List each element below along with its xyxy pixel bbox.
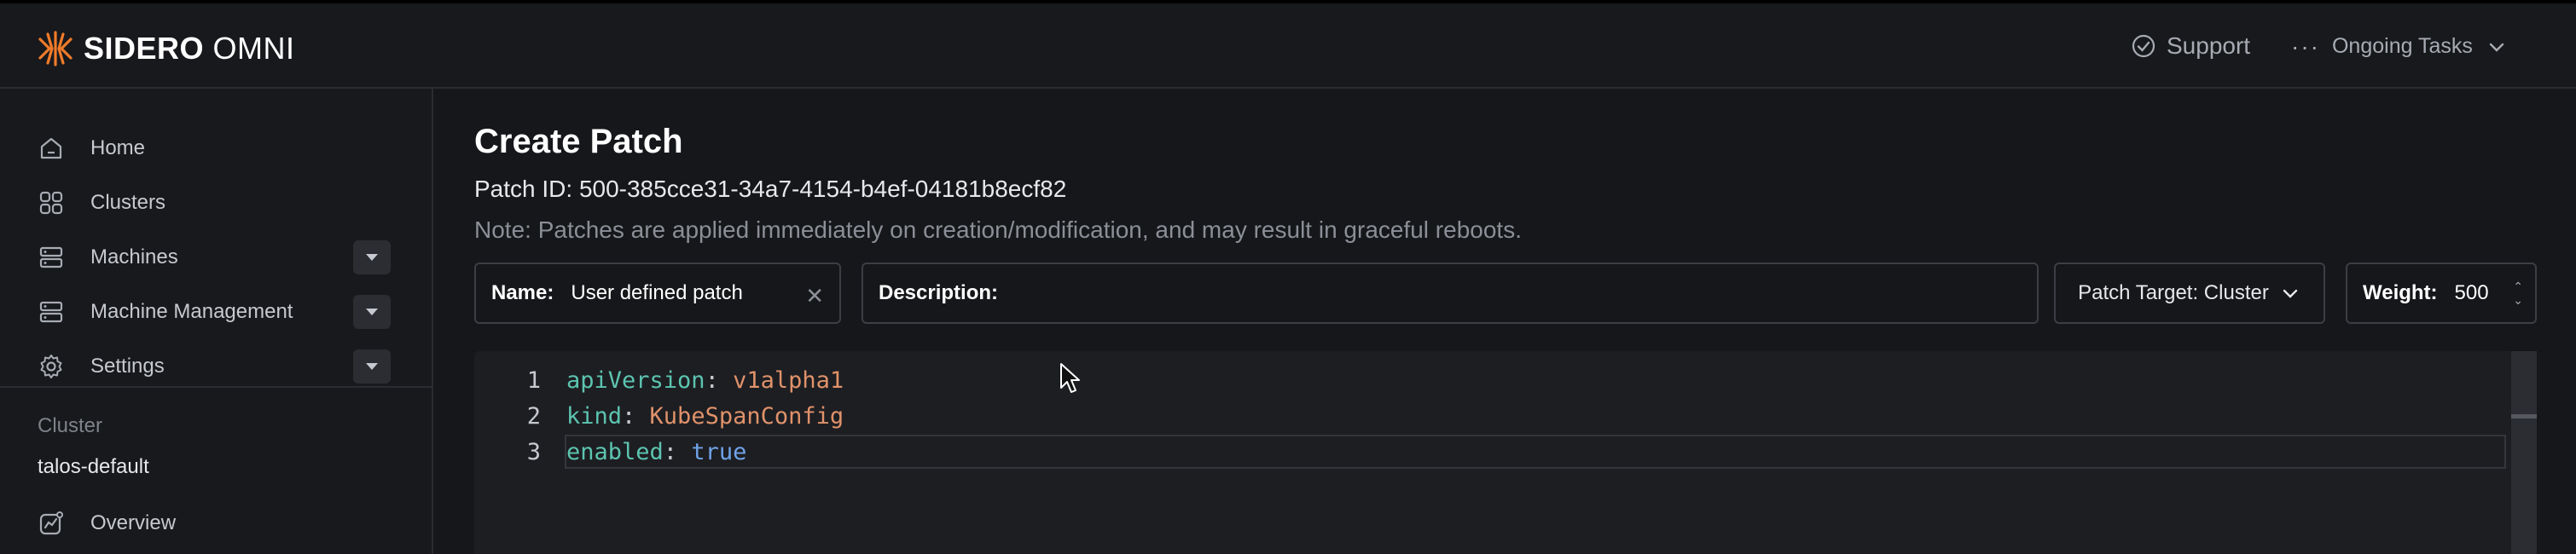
stepper-arrows-icon[interactable]: ⌃ ⌄ <box>2513 280 2523 307</box>
server-icon <box>39 246 63 268</box>
omni-logo-icon <box>38 31 73 66</box>
editor-active-line: enabled: true <box>565 435 2506 469</box>
page-title: Create Patch <box>474 123 683 160</box>
line-number: 3 <box>526 438 541 465</box>
sidebar-item-overview[interactable]: Overview <box>38 506 396 540</box>
sidebar-item-machines[interactable]: Machines <box>38 240 396 274</box>
description-label: Description: <box>879 281 999 304</box>
line-code: apiVersion: v1alpha1 <box>566 366 844 394</box>
app-logo[interactable]: SIDERO OMNI <box>36 29 295 68</box>
clusters-icon <box>39 191 63 215</box>
machines-expand-button[interactable] <box>353 240 391 274</box>
current-cluster-name[interactable]: talos-default <box>38 455 149 479</box>
editor-line: 1 apiVersion: v1alpha1 <box>474 363 2511 397</box>
name-input[interactable]: User defined patch <box>571 281 742 305</box>
line-code: enabled: true <box>566 438 747 465</box>
weight-field[interactable]: Weight: 500 ⌃ ⌄ <box>2346 263 2537 324</box>
machine-management-expand-button[interactable] <box>353 295 391 329</box>
patch-target-dropdown[interactable]: Patch Target: Cluster <box>2054 263 2325 324</box>
support-button[interactable]: Support <box>2131 32 2250 60</box>
description-field[interactable]: Description: <box>862 263 2039 324</box>
patch-note: Note: Patches are applied immediately on… <box>474 216 1522 243</box>
home-icon <box>40 137 62 159</box>
sidebar-item-clusters[interactable]: Clusters <box>38 186 396 220</box>
mouse-cursor-icon <box>1060 363 1080 393</box>
sidebar-divider <box>0 386 432 388</box>
line-code: kind: KubeSpanConfig <box>566 402 844 430</box>
yaml-editor[interactable]: 1 apiVersion: v1alpha1 2 kind: KubeSpanC… <box>474 351 2537 554</box>
support-check-icon <box>2132 34 2155 58</box>
ongoing-tasks-dropdown[interactable]: ··· Ongoing Tasks <box>2291 34 2507 59</box>
editor-scrollbar[interactable] <box>2511 351 2537 554</box>
line-number: 1 <box>526 366 541 394</box>
server-icon <box>39 301 63 323</box>
scrollbar-thumb[interactable] <box>2511 414 2537 418</box>
editor-line: 2 kind: KubeSpanConfig <box>474 399 2511 433</box>
weight-label: Weight: <box>2363 281 2438 304</box>
name-label: Name: <box>491 281 554 304</box>
line-number: 2 <box>526 402 541 430</box>
patch-id: Patch ID: 500-385cce31-34a7-4154-b4ef-04… <box>474 176 1067 202</box>
main-content: Create Patch Patch ID: 500-385cce31-34a7… <box>433 89 2576 554</box>
cluster-section-label: Cluster <box>38 414 103 437</box>
name-field[interactable]: Name: User defined patch ✕ <box>474 263 841 324</box>
gear-icon <box>40 355 62 378</box>
sidebar-item-home[interactable]: Home <box>38 131 396 165</box>
overview-chart-icon <box>39 511 63 535</box>
top-bar: SIDERO OMNI Support ··· Ongoing Tasks <box>0 0 2576 89</box>
chevron-down-icon <box>2283 289 2298 298</box>
settings-expand-button[interactable] <box>353 349 391 384</box>
clear-icon[interactable]: ✕ <box>805 283 824 309</box>
more-dots-icon: ··· <box>2291 32 2320 60</box>
weight-input[interactable]: 500 <box>2455 281 2489 305</box>
brand-name: SIDERO OMNI <box>84 31 295 66</box>
sidebar-item-machine-management[interactable]: Machine Management <box>38 295 396 329</box>
sidebar-item-settings[interactable]: Settings <box>38 349 396 384</box>
sidebar: Home Clusters Machines Machine Managemen… <box>0 89 433 554</box>
chevron-down-icon <box>2489 43 2504 52</box>
